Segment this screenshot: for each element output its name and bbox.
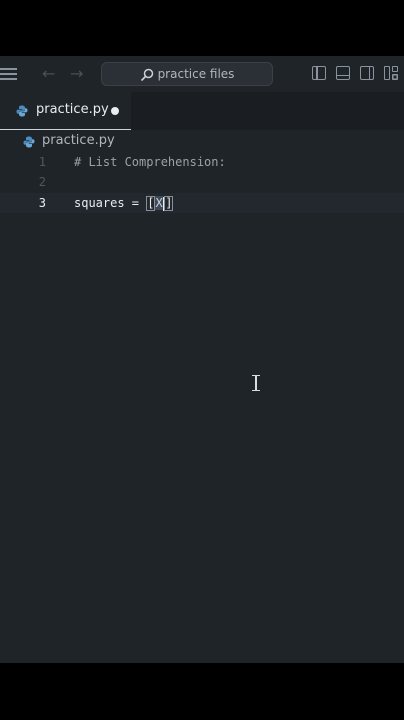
layout-controls — [312, 66, 398, 80]
code-editor[interactable]: 1 # List Comprehension: 2 3 squares = [X… — [0, 152, 404, 663]
command-center-search[interactable]: practice files — [101, 62, 273, 86]
toggle-panel-icon[interactable] — [336, 66, 350, 80]
title-bar: ← → practice files — [0, 56, 404, 92]
search-icon — [140, 68, 153, 81]
arrow-right-icon[interactable]: → — [70, 64, 83, 84]
code-line-2[interactable]: 2 — [0, 172, 404, 192]
breadcrumb: practice.py — [0, 130, 404, 154]
code-line-3[interactable]: 3 squares = [X] — [0, 193, 404, 213]
unsaved-dot-icon[interactable] — [111, 107, 119, 115]
editor-window: ← → practice files practice.py practice.… — [0, 56, 404, 663]
code-line-1[interactable]: 1 # List Comprehension: — [0, 152, 404, 172]
python-file-icon — [16, 105, 28, 117]
code-text: squares = [X] — [74, 193, 174, 213]
selected-text: X — [155, 196, 163, 210]
toggle-secondary-sidebar-icon[interactable] — [360, 66, 374, 80]
tab-practice-py[interactable]: practice.py — [0, 92, 131, 130]
python-file-icon — [23, 136, 35, 148]
breadcrumb-file[interactable]: practice.py — [42, 133, 115, 148]
menu-icon[interactable] — [0, 68, 18, 80]
customize-layout-icon[interactable] — [384, 66, 398, 80]
search-label: practice files — [157, 67, 235, 81]
code-text: # List Comprehension: — [74, 155, 226, 169]
arrow-left-icon[interactable]: ← — [42, 64, 55, 84]
tab-bar: practice.py — [0, 92, 404, 130]
text-cursor-icon — [251, 375, 261, 391]
bracket-close: ] — [164, 196, 174, 211]
toggle-primary-sidebar-icon[interactable] — [312, 66, 326, 80]
line-number: 1 — [38, 155, 46, 169]
tab-label: practice.py — [36, 102, 109, 117]
line-number: 2 — [38, 175, 46, 189]
line-number: 3 — [38, 196, 46, 210]
code-prefix: squares = — [74, 196, 147, 210]
